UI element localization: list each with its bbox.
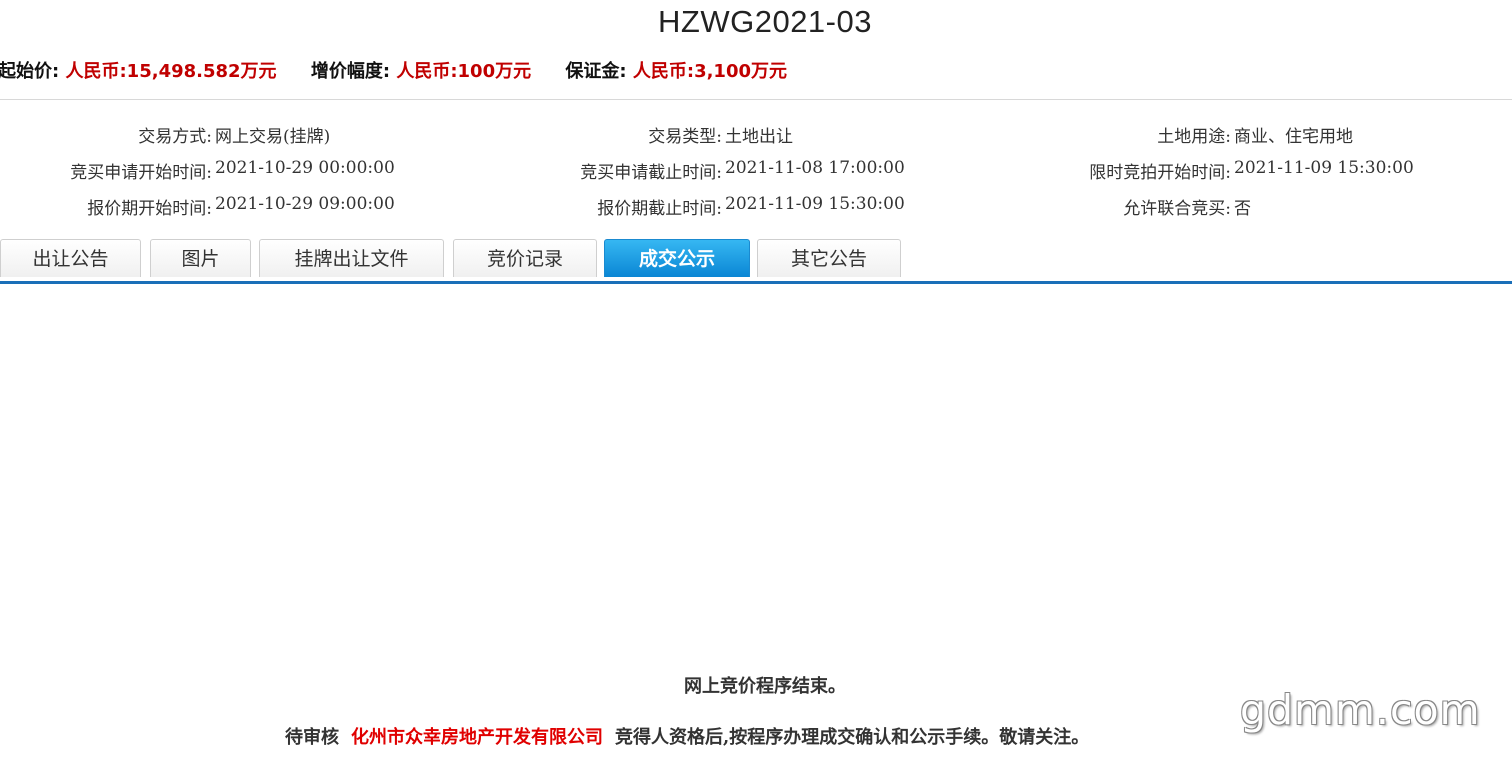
info-row: 交易方式: 网上交易(挂牌) 交易类型: 土地出让 土地用途: 商业、住宅用地 <box>138 127 1353 147</box>
tab-transaction-announcement[interactable]: 成交公示 <box>604 239 750 277</box>
transaction-info: 交易方式: 网上交易(挂牌) 交易类型: 土地出让 土地用途: 商业、住宅用地 … <box>0 118 1512 226</box>
notice-suffix: 竞得人资格后,按程序办理成交确认和公示手续。敬请关注。 <box>615 727 1090 748</box>
start-price-label: 起始价: <box>0 61 60 82</box>
deposit-label: 保证金: <box>565 61 627 82</box>
notice-review: 待审核 化州市众幸房地产开发有限公司 竞得人资格后,按程序办理成交确认和公示手续。敬… <box>285 723 1089 749</box>
winning-company: 化州市众幸房地产开发有限公司 <box>351 727 603 748</box>
price-summary: 起始价: 人民币:15,498.582万元 增价幅度: 人民币:100万元 保证… <box>0 57 815 83</box>
increment-value: 人民币:100万元 <box>396 61 532 82</box>
page-title: HZWG2021-03 <box>658 4 872 39</box>
site-watermark: gdmm.com <box>1240 686 1481 734</box>
increment-label: 增价幅度: <box>310 61 391 82</box>
tab-bid-records[interactable]: 竞价记录 <box>453 239 597 277</box>
deposit-value: 人民币:3,100万元 <box>632 61 788 82</box>
tab-images[interactable]: 图片 <box>150 239 251 277</box>
info-row: 报价期开始时间: 2021-10-29 09:00:00 报价期截止时间: 20… <box>87 194 1251 219</box>
tab-listing-documents[interactable]: 挂牌出让文件 <box>259 239 444 277</box>
tab-bar: 出让公告 图片 挂牌出让文件 竞价记录 成交公示 其它公告 <box>0 239 1512 284</box>
tab-transfer-notice[interactable]: 出让公告 <box>0 239 141 277</box>
notice-prefix: 待审核 <box>285 727 339 748</box>
start-price-value: 人民币:15,498.582万元 <box>65 61 277 82</box>
header-divider <box>0 99 1512 100</box>
info-row: 竞买申请开始时间: 2021-10-29 00:00:00 竞买申请截止时间: … <box>70 158 1414 183</box>
tab-other-announcements[interactable]: 其它公告 <box>757 239 901 277</box>
